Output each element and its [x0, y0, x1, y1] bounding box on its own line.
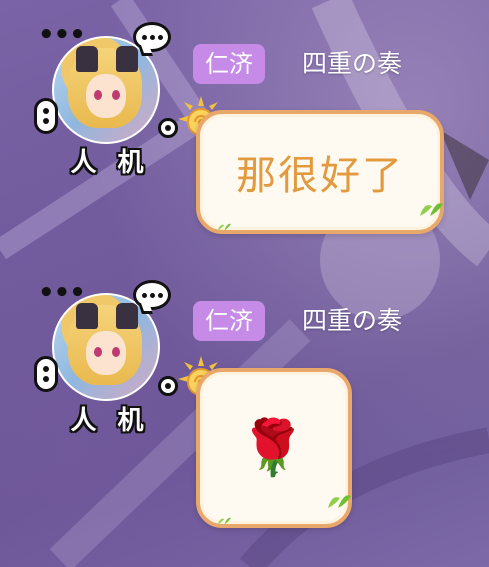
knob-frame-icon: [158, 118, 178, 138]
leaf-icon: [217, 223, 231, 231]
more-dots-icon[interactable]: •••: [38, 22, 86, 48]
pill-frame-icon: [34, 356, 58, 392]
avatar-ear: [116, 303, 138, 329]
group-tag: 仁济: [193, 301, 265, 341]
avatar-eye: [94, 90, 102, 100]
sender-nickname[interactable]: 四重の奏: [302, 301, 402, 341]
knob-frame-icon: [158, 376, 178, 396]
message-text: 那很好了: [236, 153, 404, 199]
message-bubble[interactable]: 🌹: [196, 368, 352, 528]
sender-nickname[interactable]: 四重の奏: [302, 44, 402, 84]
avatar-eye: [94, 347, 102, 357]
avatar-eye: [112, 90, 120, 100]
group-tag: 仁济: [193, 44, 265, 84]
message-bubble[interactable]: 那很好了: [196, 110, 444, 234]
more-dots-icon[interactable]: •••: [38, 280, 86, 306]
avatar-eye: [112, 347, 120, 357]
avatar-badge: 人 机: [70, 406, 150, 436]
avatar-face: [86, 74, 126, 118]
chat-bubble-icon: [133, 280, 171, 310]
leaf-icon: [328, 495, 351, 508]
pill-frame-icon: [34, 98, 58, 134]
avatar-face: [86, 331, 126, 375]
avatar-badge: 人 机: [70, 148, 150, 178]
avatar-ear: [116, 46, 138, 72]
chat-bubble-icon: [133, 22, 171, 52]
leaf-icon: [420, 203, 443, 216]
leaf-icon: [217, 517, 231, 525]
